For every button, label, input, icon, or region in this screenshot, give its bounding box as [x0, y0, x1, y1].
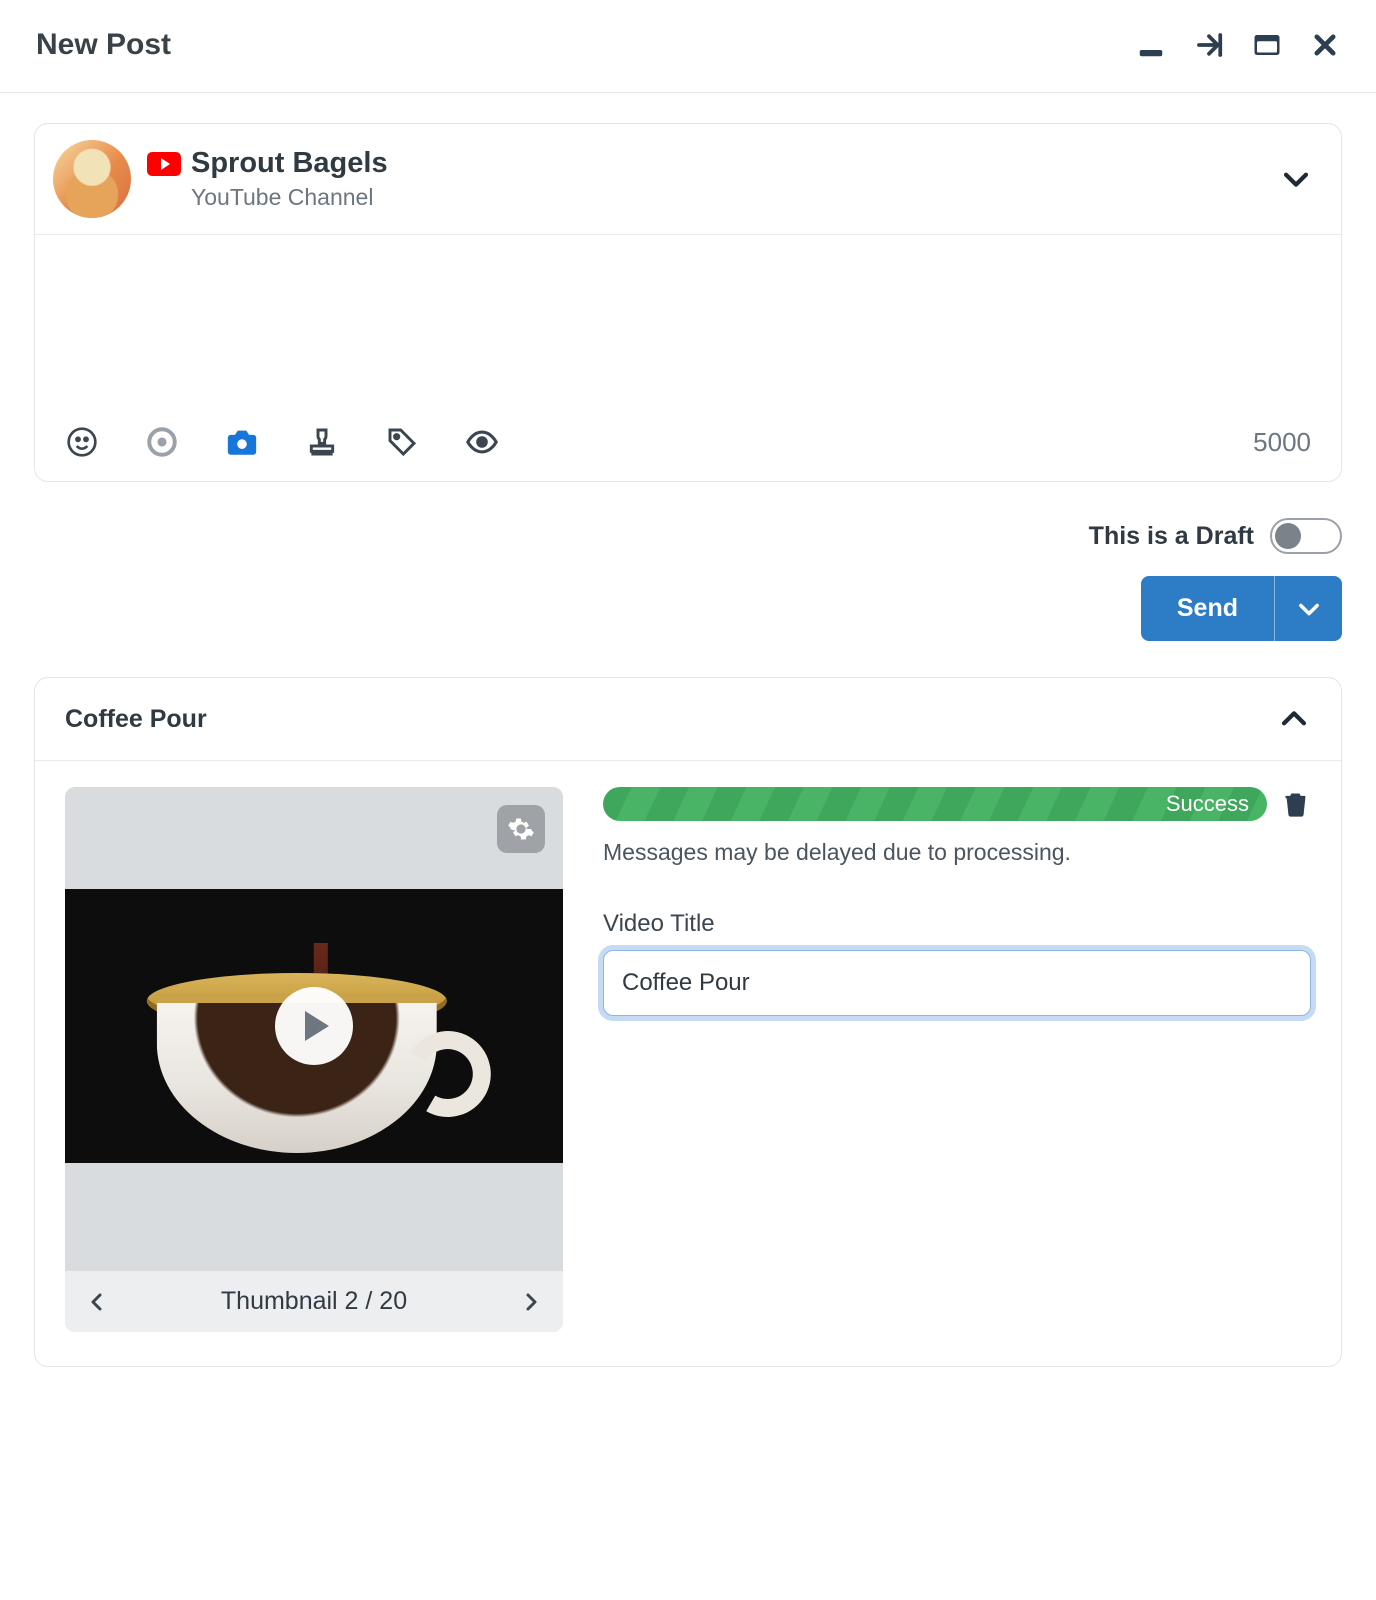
processing-delay-message: Messages may be delayed due to processin…: [603, 839, 1311, 866]
toggle-knob: [1275, 523, 1301, 549]
trash-icon: [1282, 790, 1310, 818]
upload-progress-bar: Success: [603, 787, 1267, 821]
account-avatar: [53, 140, 131, 218]
dock-right-icon[interactable]: [1194, 30, 1224, 60]
window-icon[interactable]: [1252, 30, 1282, 60]
account-subtitle: YouTube Channel: [191, 184, 1263, 211]
stamp-icon[interactable]: [305, 425, 339, 459]
thumbnail-nav: Thumbnail 2 / 20: [65, 1271, 563, 1332]
account-selector[interactable]: Sprout Bagels YouTube Channel: [35, 124, 1341, 235]
thumbnail-box: Thumbnail 2 / 20: [65, 787, 563, 1332]
delete-video-button[interactable]: [1281, 789, 1311, 819]
camera-icon[interactable]: [225, 425, 259, 459]
char-count: 5000: [1253, 427, 1311, 458]
draft-label: This is a Draft: [1089, 522, 1254, 551]
thumbnail-settings-button[interactable]: [497, 805, 545, 853]
send-button-group: Send: [1141, 576, 1342, 641]
video-title-input[interactable]: [603, 950, 1311, 1016]
youtube-icon: [147, 152, 181, 176]
compose-card: Sprout Bagels YouTube Channel: [34, 123, 1342, 482]
play-button[interactable]: [275, 987, 353, 1065]
tag-icon[interactable]: [385, 425, 419, 459]
draft-row: This is a Draft: [34, 518, 1342, 554]
send-button[interactable]: Send: [1141, 576, 1274, 641]
gear-icon: [507, 815, 535, 843]
upload-progress-row: Success: [603, 787, 1311, 821]
video-panel-title: Coffee Pour: [65, 705, 207, 734]
account-info: Sprout Bagels YouTube Channel: [147, 147, 1263, 211]
thumbnail-column: Thumbnail 2 / 20: [65, 787, 563, 1332]
chevron-down-icon[interactable]: [1279, 162, 1313, 196]
thumbnail-prev-button[interactable]: [83, 1288, 111, 1316]
target-icon[interactable]: [145, 425, 179, 459]
emoji-icon[interactable]: [65, 425, 99, 459]
send-options-button[interactable]: [1274, 576, 1342, 641]
page-title: New Post: [36, 28, 171, 62]
video-meta-column: Success Messages may be delayed due to p…: [603, 787, 1311, 1016]
close-icon[interactable]: [1310, 30, 1340, 60]
compose-textarea[interactable]: [35, 235, 1341, 415]
window-controls: [1136, 30, 1340, 60]
thumbnail-counter: Thumbnail 2 / 20: [221, 1287, 407, 1316]
header: New Post: [0, 0, 1376, 93]
send-row: Send: [34, 576, 1342, 641]
video-panel-header[interactable]: Coffee Pour: [35, 678, 1341, 761]
chevron-up-icon[interactable]: [1277, 702, 1311, 736]
upload-status: Success: [1166, 791, 1249, 817]
thumbnail-next-button[interactable]: [517, 1288, 545, 1316]
compose-toolbar: 5000: [35, 415, 1341, 481]
chevron-down-icon: [1295, 595, 1323, 623]
eye-icon[interactable]: [465, 425, 499, 459]
draft-toggle[interactable]: [1270, 518, 1342, 554]
video-preview: [65, 889, 563, 1163]
account-name: Sprout Bagels: [191, 147, 388, 180]
minimize-icon[interactable]: [1136, 30, 1166, 60]
video-panel: Coffee Pour: [34, 677, 1342, 1367]
video-title-label: Video Title: [603, 910, 1311, 938]
